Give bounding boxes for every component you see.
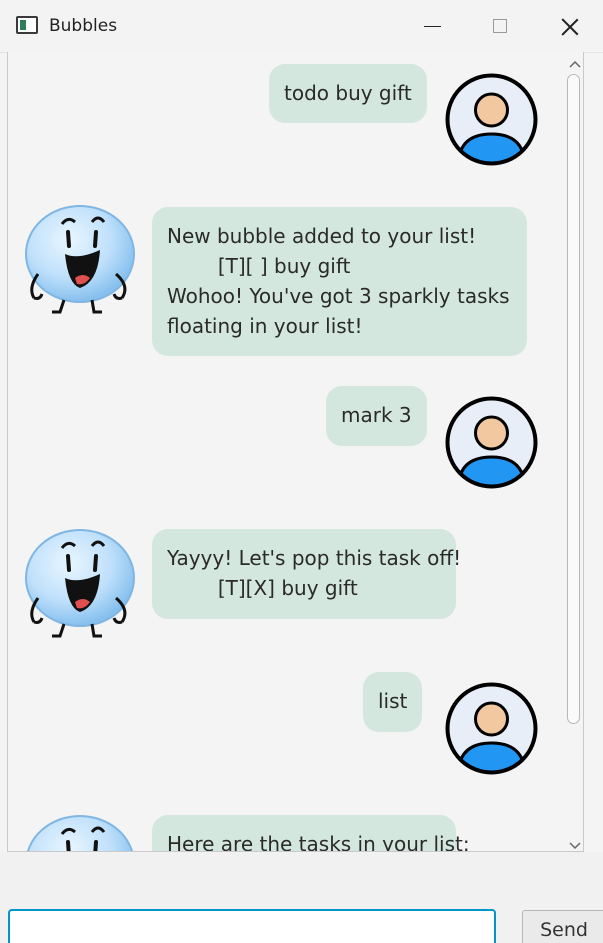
bot-message-text: Yayyy! Let's pop this task off! [T][X] b… [152,529,461,619]
close-icon[interactable] [553,12,587,42]
bot-message: Here are the tasks in your list: [8,802,578,851]
minimize-icon[interactable] [416,12,450,42]
send-button[interactable]: Send [522,910,603,943]
bot-message-text: Here are the tasks in your list: [152,815,470,851]
bubble-bot-avatar-icon [20,526,135,641]
user-avatar-icon [444,395,539,490]
user-message-text: mark 3 [326,386,427,446]
bubble-bot-avatar-icon [20,812,135,851]
scrollbar-thumb[interactable] [567,74,580,724]
maximize-icon[interactable] [484,12,518,42]
user-message-text: list [363,672,423,732]
bot-message: Yayyy! Let's pop this task off! [T][X] b… [8,516,578,666]
title-bar: Bubbles [0,0,603,53]
bot-message: New bubble added to your list! [T][ ] bu… [8,192,578,372]
message-input[interactable] [8,909,496,943]
scroll-up-icon[interactable] [569,56,581,68]
user-avatar-icon [444,681,539,776]
user-message: list [8,662,578,792]
user-avatar-icon [444,72,539,167]
user-message: mark 3 [8,376,578,506]
app-window: Bubbles todo buy gift New bubble added t… [0,0,603,943]
chat-area[interactable]: todo buy gift New bubble added to your l… [7,52,584,852]
scroll-down-icon[interactable] [569,836,581,850]
bubble-bot-avatar-icon [20,202,135,317]
app-window-icon [16,16,38,34]
user-message-text: todo buy gift [269,64,427,123]
window-title: Bubbles [49,16,118,36]
bot-message-text: New bubble added to your list! [T][ ] bu… [152,207,527,356]
user-message: todo buy gift [8,52,578,182]
